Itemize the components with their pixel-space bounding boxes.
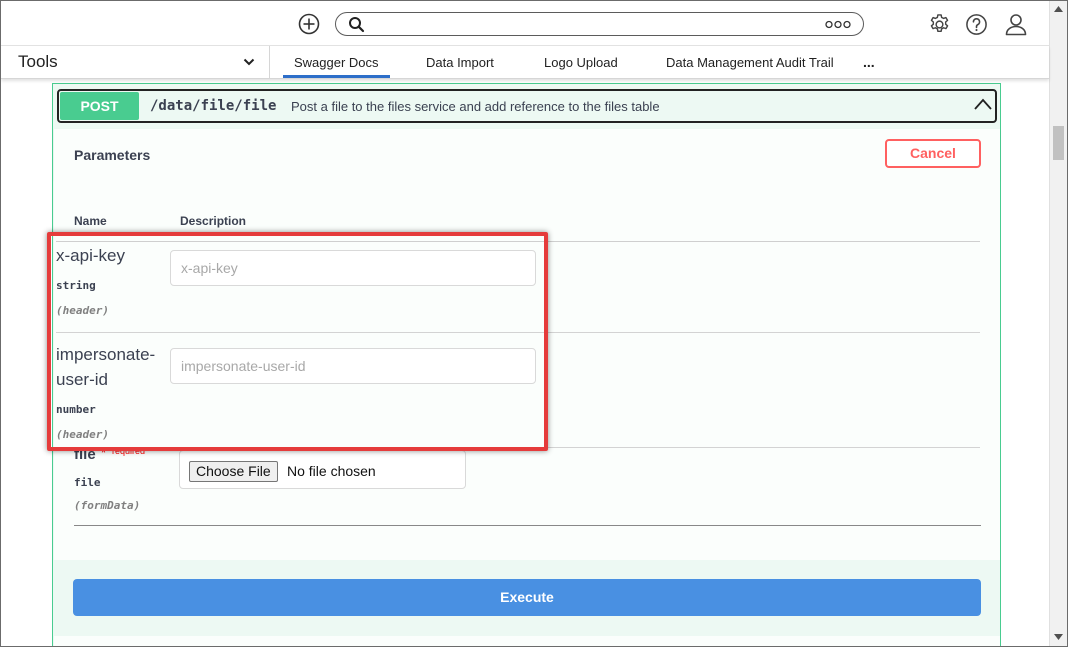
- no-file-chosen-label: No file chosen: [287, 463, 376, 479]
- app-window: Tools Swagger Docs Data Import Logo Uplo…: [0, 0, 1068, 647]
- param-name-impersonate-line1: impersonate-: [56, 345, 156, 364]
- operation-path: /data/file/file: [150, 98, 277, 114]
- choose-file-button[interactable]: Choose File: [189, 461, 278, 482]
- parameters-header: Parameters Cancel: [54, 129, 1000, 180]
- param-type: string: [56, 279, 96, 292]
- param-type: number: [56, 403, 96, 416]
- x-api-key-input[interactable]: [170, 250, 536, 286]
- user-icon[interactable]: [1004, 12, 1028, 36]
- param-location: (formData): [74, 499, 141, 512]
- param-name-x-api-key: x-api-key: [56, 246, 125, 265]
- execute-area: Execute: [54, 560, 1000, 636]
- param-location: (header): [56, 304, 109, 317]
- search-icon: [349, 17, 365, 33]
- column-header-name: Name: [74, 214, 107, 228]
- scrollbar[interactable]: [1049, 1, 1067, 646]
- param-name-file: file: [74, 446, 96, 463]
- row-divider: [56, 332, 980, 333]
- tools-menu-label[interactable]: Tools: [18, 52, 58, 72]
- required-star: *: [101, 445, 107, 460]
- scroll-down-icon[interactable]: [1054, 634, 1063, 640]
- execute-button[interactable]: Execute: [73, 579, 981, 616]
- method-badge: POST: [60, 92, 139, 120]
- impersonate-user-id-input[interactable]: [170, 348, 536, 384]
- parameters-table: Name Description x-api-key string (heade…: [54, 180, 1000, 560]
- nav-divider: [269, 46, 270, 79]
- param-type: file: [74, 476, 101, 489]
- header-divider: [56, 241, 980, 242]
- search-input[interactable]: [372, 15, 812, 33]
- active-tab-indicator: [283, 75, 390, 78]
- table-bottom-divider: [74, 525, 981, 526]
- help-icon[interactable]: [965, 13, 988, 36]
- column-header-description: Description: [180, 214, 247, 228]
- param-location: (header): [56, 428, 109, 441]
- gear-icon[interactable]: [928, 13, 951, 36]
- post-operation-block: POST /data/file/file Post a file to the …: [52, 83, 1001, 646]
- tools-nav: Tools Swagger Docs Data Import Logo Uplo…: [1, 46, 1049, 79]
- param-name-impersonate-line2: user-id: [56, 370, 108, 389]
- top-bar: [1, 1, 1049, 46]
- search-bar[interactable]: [335, 12, 864, 36]
- required-label: required: [112, 446, 146, 456]
- operation-summary[interactable]: POST /data/file/file Post a file to the …: [57, 89, 997, 123]
- tab-logo-upload[interactable]: Logo Upload: [544, 55, 618, 70]
- parameters-title: Parameters: [74, 147, 151, 163]
- tab-overflow-menu[interactable]: ...: [863, 54, 875, 70]
- more-options-icon[interactable]: [825, 20, 851, 29]
- cancel-button[interactable]: Cancel: [885, 139, 981, 168]
- file-input[interactable]: Choose File No file chosen: [179, 450, 466, 489]
- scroll-up-icon[interactable]: [1054, 6, 1063, 12]
- tab-data-import[interactable]: Data Import: [426, 55, 494, 70]
- tab-data-management-audit-trail[interactable]: Data Management Audit Trail: [666, 55, 834, 70]
- responses-area: [54, 636, 1000, 646]
- scroll-thumb[interactable]: [1053, 126, 1064, 160]
- add-circle-icon[interactable]: [298, 13, 320, 35]
- row-divider: [56, 447, 980, 448]
- tab-swagger-docs[interactable]: Swagger Docs: [294, 55, 379, 70]
- chevron-down-icon[interactable]: [243, 57, 255, 67]
- chevron-up-icon[interactable]: [973, 97, 993, 111]
- operation-description: Post a file to the files service and add…: [291, 99, 660, 114]
